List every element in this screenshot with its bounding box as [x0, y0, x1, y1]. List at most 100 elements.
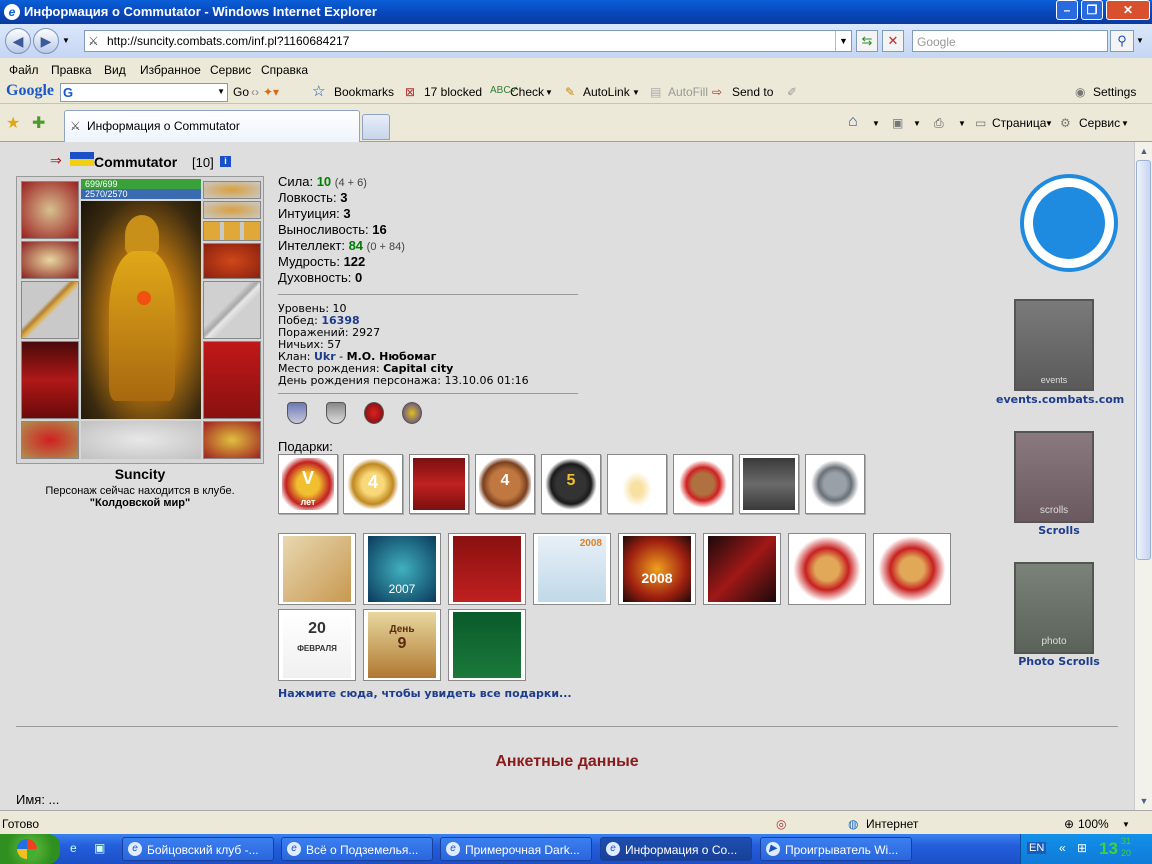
boots-slot[interactable]: [203, 421, 261, 459]
gift-item[interactable]: 5: [541, 454, 601, 514]
card-item[interactable]: [873, 533, 951, 605]
gift-item[interactable]: 4: [343, 454, 403, 514]
gift-item[interactable]: Vлет: [278, 454, 338, 514]
back-button[interactable]: ◀: [5, 28, 31, 54]
menu-file[interactable]: Файл: [9, 63, 39, 77]
scroll-thumb[interactable]: [1136, 160, 1151, 560]
history-dropdown-icon[interactable]: ▼: [62, 36, 70, 45]
gift-item[interactable]: [409, 454, 469, 514]
page-dropdown-icon[interactable]: ▼: [1045, 119, 1053, 128]
check-dropdown-icon[interactable]: ▼: [545, 88, 553, 97]
events-link[interactable]: events.combats.com: [996, 393, 1124, 406]
language-indicator[interactable]: EN: [1027, 842, 1047, 854]
add-favorite-icon[interactable]: ✚: [32, 113, 45, 133]
profile-head-icon[interactable]: [1020, 174, 1118, 272]
legs-slot[interactable]: [203, 341, 261, 419]
character-name[interactable]: Commutator: [94, 154, 177, 170]
refresh-button[interactable]: ⇆: [856, 30, 878, 52]
privacy-icon[interactable]: ◎: [776, 817, 786, 831]
feeds-icon[interactable]: ▣: [892, 116, 903, 130]
rings-slot[interactable]: [203, 221, 261, 241]
gloves-slot[interactable]: [203, 243, 261, 279]
bracers-slot[interactable]: [21, 241, 79, 279]
gift-item[interactable]: [805, 454, 865, 514]
taskbar-button[interactable]: ▶ Проигрыватель Wi...: [760, 837, 912, 861]
scroll-up-icon[interactable]: ▲: [1137, 144, 1151, 158]
go-arrows-icon[interactable]: ‹›: [251, 85, 259, 99]
quicklaunch-ie-icon[interactable]: e: [70, 841, 77, 855]
search-icon[interactable]: ⚲: [1110, 30, 1134, 52]
google-extras-icon[interactable]: ✦▾: [263, 85, 279, 99]
amulet-slot[interactable]: [203, 201, 261, 219]
taskbar-button[interactable]: e Примерочная Dark...: [440, 837, 592, 861]
tools-menu-button[interactable]: Сервис: [1079, 116, 1120, 130]
start-button[interactable]: [0, 834, 60, 864]
helmet-slot[interactable]: [21, 181, 79, 239]
belt-slot[interactable]: [21, 421, 79, 459]
gift-item[interactable]: [739, 454, 799, 514]
autofill-button[interactable]: AutoFill: [668, 85, 708, 99]
google-dropdown-icon[interactable]: ▼: [217, 87, 225, 96]
badge-star-purple-icon[interactable]: [402, 402, 422, 424]
print-dropdown-icon[interactable]: ▼: [958, 119, 966, 128]
info-icon[interactable]: i: [220, 156, 231, 167]
home-icon[interactable]: ⌂: [848, 113, 858, 131]
vertical-scrollbar[interactable]: ▲ ▼: [1134, 142, 1152, 810]
earring-slot[interactable]: [203, 181, 261, 199]
gift-item[interactable]: [607, 454, 667, 514]
armor-slot[interactable]: [21, 341, 79, 419]
bookmarks-button[interactable]: Bookmarks: [334, 85, 394, 99]
card-item[interactable]: 20 ФЕВРАЛЯ: [278, 609, 356, 681]
photo-banner-icon[interactable]: photo: [1014, 562, 1094, 654]
card-item[interactable]: [703, 533, 781, 605]
stop-button[interactable]: ✕: [882, 30, 904, 52]
close-button[interactable]: ✕: [1106, 0, 1150, 20]
home-dropdown-icon[interactable]: ▼: [872, 119, 880, 128]
new-tab-button[interactable]: [362, 114, 390, 140]
offhand-slot[interactable]: [203, 281, 261, 339]
zoom-dropdown-icon[interactable]: ▼: [1122, 820, 1130, 829]
taskbar-button[interactable]: e Информация о Co...: [600, 837, 752, 861]
check-button[interactable]: Check: [510, 85, 544, 99]
tray-network-icon[interactable]: ⊞: [1077, 841, 1087, 855]
card-item[interactable]: [448, 533, 526, 605]
tools-dropdown-icon[interactable]: ▼: [1121, 119, 1129, 128]
autolink-dropdown-icon[interactable]: ▼: [632, 88, 640, 97]
taskbar-button[interactable]: e Всё о Подземелья...: [281, 837, 433, 861]
autolink-button[interactable]: AutoLink: [583, 85, 630, 99]
card-item[interactable]: [448, 609, 526, 681]
popups-blocked-button[interactable]: 17 blocked: [424, 85, 482, 99]
page-menu-button[interactable]: Страница: [992, 116, 1046, 130]
pencil-icon[interactable]: ✐: [787, 85, 797, 99]
all-gifts-link[interactable]: Нажмите сюда, чтобы увидеть все подарки.…: [278, 687, 572, 700]
tab-active[interactable]: ⚔ Информация о Commutator: [64, 110, 360, 142]
menu-view[interactable]: Вид: [104, 63, 126, 77]
sendto-button[interactable]: Send to: [732, 85, 773, 99]
weapon-slot[interactable]: [21, 281, 79, 339]
search-options-icon[interactable]: ▼: [1136, 36, 1144, 45]
settings-button[interactable]: Settings: [1093, 85, 1136, 99]
tray-arrow-icon[interactable]: «: [1059, 841, 1066, 855]
gift-item[interactable]: [673, 454, 733, 514]
gift-item[interactable]: 4: [475, 454, 535, 514]
badge-shield-gray-icon[interactable]: [326, 402, 346, 424]
events-banner-icon[interactable]: events: [1014, 299, 1094, 391]
photo-scrolls-link[interactable]: Photo Scrolls: [996, 655, 1122, 668]
print-icon[interactable]: ⎙: [934, 116, 944, 131]
address-dropdown-icon[interactable]: ▼: [835, 31, 851, 51]
scrolls-banner-icon[interactable]: scrolls: [1014, 431, 1094, 523]
quicklaunch-desktop-icon[interactable]: ▣: [94, 841, 105, 855]
menu-help[interactable]: Справка: [261, 63, 308, 77]
menu-favorites[interactable]: Избранное: [140, 63, 201, 77]
taskbar-button[interactable]: e Бойцовский клуб -...: [122, 837, 274, 861]
card-item[interactable]: 2008: [533, 533, 611, 605]
card-item[interactable]: [788, 533, 866, 605]
search-input[interactable]: Google: [912, 30, 1108, 52]
google-search-input[interactable]: G ▼: [60, 83, 228, 102]
menu-edit[interactable]: Правка: [51, 63, 92, 77]
favorites-star-icon[interactable]: ★: [6, 113, 20, 133]
forward-button[interactable]: ▶: [33, 28, 59, 54]
address-input[interactable]: ⚔ http://suncity.combats.com/inf.pl?1160…: [84, 30, 852, 52]
card-item[interactable]: 2008: [618, 533, 696, 605]
feeds-dropdown-icon[interactable]: ▼: [913, 119, 921, 128]
